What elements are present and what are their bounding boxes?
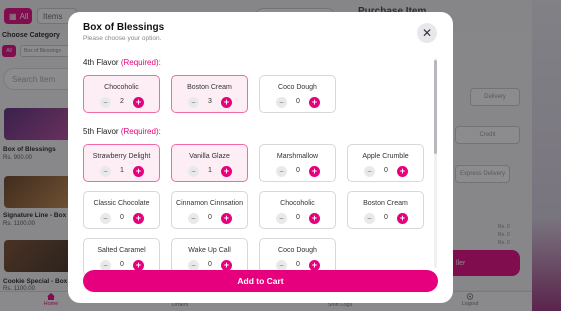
- quantity-value: 0: [120, 261, 124, 268]
- quantity-value: 2: [120, 98, 124, 105]
- section-label-4th-flavor: 4th Flavor (Required):: [83, 58, 161, 67]
- modal-scrollbar[interactable]: [434, 58, 437, 268]
- product-options-modal: Box of Blessings Please choose your opti…: [68, 12, 453, 303]
- modal-title: Box of Blessings: [83, 22, 165, 33]
- flavor-card[interactable]: Classic Chocolate − 0 +: [83, 191, 160, 229]
- flavor-card[interactable]: Chocoholic − 2 +: [83, 75, 160, 113]
- decrement-button[interactable]: −: [276, 166, 287, 177]
- increment-button[interactable]: +: [221, 97, 232, 108]
- increment-button[interactable]: +: [133, 166, 144, 177]
- scrollbar-thumb[interactable]: [434, 60, 437, 154]
- quantity-stepper: − 1 +: [188, 166, 232, 177]
- flavor-name: Vanilla Glaze: [189, 153, 230, 160]
- increment-button[interactable]: +: [133, 97, 144, 108]
- flavor-name: Cinnamon Cinnsation: [176, 200, 243, 207]
- flavor-name: Chocoholic: [280, 200, 315, 207]
- flavor-card[interactable]: Marshmallow − 0 +: [259, 144, 336, 182]
- add-to-cart-button[interactable]: Add to Cart: [83, 270, 438, 292]
- decrement-button[interactable]: −: [100, 97, 111, 108]
- quantity-stepper: − 0 +: [364, 166, 408, 177]
- quantity-value: 1: [208, 167, 212, 174]
- quantity-stepper: − 0 +: [100, 213, 144, 224]
- flavor-card[interactable]: Cinnamon Cinnsation − 0 +: [171, 191, 248, 229]
- quantity-stepper: − 0 +: [276, 166, 320, 177]
- decrement-button[interactable]: −: [364, 213, 375, 224]
- quantity-stepper: − 2 +: [100, 97, 144, 108]
- flavor-card[interactable]: Strawberry Delight − 1 +: [83, 144, 160, 182]
- flavor-name: Boston Cream: [363, 200, 408, 207]
- decrement-button[interactable]: −: [364, 166, 375, 177]
- quantity-value: 0: [296, 261, 300, 268]
- flavor-card[interactable]: Vanilla Glaze − 1 +: [171, 144, 248, 182]
- quantity-value: 0: [384, 214, 388, 221]
- flavor-name: Coco Dough: [278, 247, 317, 254]
- flavor-card[interactable]: Apple Crumble − 0 +: [347, 144, 424, 182]
- quantity-value: 0: [296, 214, 300, 221]
- decrement-button[interactable]: −: [188, 213, 199, 224]
- increment-button[interactable]: +: [309, 213, 320, 224]
- flavor-card[interactable]: Coco Dough − 0 +: [259, 75, 336, 113]
- flavor-name: Wake Up Call: [188, 247, 231, 254]
- close-button[interactable]: ✕: [417, 23, 437, 43]
- quantity-value: 0: [296, 98, 300, 105]
- increment-button[interactable]: +: [309, 166, 320, 177]
- increment-button[interactable]: +: [221, 166, 232, 177]
- quantity-stepper: − 1 +: [100, 166, 144, 177]
- quantity-stepper: − 0 +: [188, 213, 232, 224]
- decrement-button[interactable]: −: [100, 166, 111, 177]
- quantity-value: 3: [208, 98, 212, 105]
- quantity-value: 0: [208, 214, 212, 221]
- quantity-stepper: − 0 +: [276, 213, 320, 224]
- flavor-name: Boston Cream: [187, 84, 232, 91]
- flavor-name: Apple Crumble: [362, 153, 409, 160]
- decrement-button[interactable]: −: [100, 213, 111, 224]
- quantity-stepper: − 0 +: [364, 213, 408, 224]
- modal-subtitle: Please choose your option.: [83, 35, 162, 42]
- quantity-value: 0: [208, 261, 212, 268]
- quantity-value: 1: [120, 167, 124, 174]
- quantity-stepper: − 3 +: [188, 97, 232, 108]
- quantity-stepper: − 0 +: [276, 97, 320, 108]
- close-icon: ✕: [421, 26, 433, 40]
- section-label-5th-flavor: 5th Flavor (Required):: [83, 127, 161, 136]
- flavor-card[interactable]: Chocoholic − 0 +: [259, 191, 336, 229]
- flavor-name: Chocoholic: [104, 84, 139, 91]
- flavor-name: Strawberry Delight: [92, 153, 151, 160]
- decrement-button[interactable]: −: [276, 213, 287, 224]
- decrement-button[interactable]: −: [188, 166, 199, 177]
- quantity-value: 0: [296, 167, 300, 174]
- flavor-name: Coco Dough: [278, 84, 317, 91]
- flavor-card[interactable]: Boston Cream − 0 +: [347, 191, 424, 229]
- quantity-value: 0: [384, 167, 388, 174]
- quantity-value: 0: [120, 214, 124, 221]
- increment-button[interactable]: +: [309, 97, 320, 108]
- decrement-button[interactable]: −: [276, 97, 287, 108]
- flavor-name: Salted Caramel: [97, 247, 146, 254]
- increment-button[interactable]: +: [397, 213, 408, 224]
- flavor-name: Classic Chocolate: [93, 200, 150, 207]
- flavor-card[interactable]: Boston Cream − 3 +: [171, 75, 248, 113]
- increment-button[interactable]: +: [397, 166, 408, 177]
- decrement-button[interactable]: −: [188, 97, 199, 108]
- increment-button[interactable]: +: [133, 213, 144, 224]
- flavor-name: Marshmallow: [276, 153, 319, 160]
- increment-button[interactable]: +: [221, 213, 232, 224]
